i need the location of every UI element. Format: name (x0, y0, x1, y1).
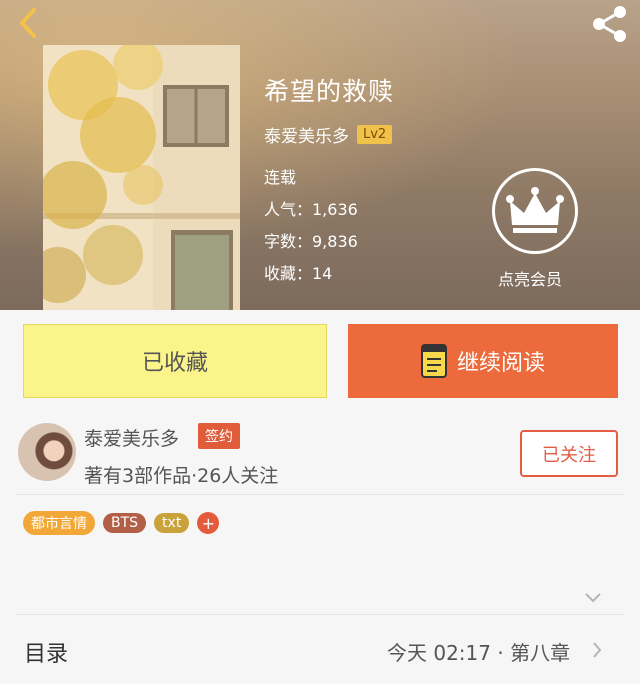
continue-reading-button[interactable]: 继续阅读 (348, 324, 618, 398)
add-tag-button[interactable]: + (197, 512, 220, 534)
divider (16, 494, 624, 495)
author-works-summary: 著有3部作品·26人关注 (84, 465, 279, 487)
crown-icon (506, 187, 564, 233)
divider (16, 614, 624, 615)
back-arrow-icon[interactable] (12, 6, 46, 40)
share-icon[interactable] (590, 4, 630, 44)
favorited-label: 已收藏 (141, 351, 208, 376)
book-favorites: 收藏：14 (264, 264, 333, 283)
latest-chapter-info[interactable]: 今天 02:17 · 第八章 (387, 637, 570, 666)
tag-chip[interactable]: txt (154, 513, 190, 533)
book-icon (420, 344, 447, 378)
book-status: 连载 (264, 168, 297, 187)
favorited-button[interactable]: 已收藏 (23, 324, 327, 398)
author-name[interactable]: 泰爱美乐多 (84, 424, 179, 451)
continue-reading-label: 继续阅读 (456, 351, 545, 376)
signed-badge: 签约 (198, 423, 240, 449)
book-cover-image[interactable] (43, 45, 240, 310)
book-author[interactable]: 泰爱美乐多 (264, 122, 349, 147)
author-avatar[interactable] (18, 423, 76, 481)
vip-membership-label[interactable]: 点亮会员 (498, 266, 562, 290)
book-popularity: 人气：1,636 (264, 200, 358, 219)
chevron-right-icon[interactable] (592, 641, 602, 659)
book-title: 希望的救赎 (264, 77, 395, 106)
tag-chip[interactable]: BTS (103, 513, 147, 533)
book-word-count: 字数：9,836 (264, 232, 358, 251)
vip-membership-button[interactable] (492, 168, 578, 254)
catalog-label[interactable]: 目录 (24, 636, 68, 668)
tag-chip[interactable]: 都市言情 (23, 511, 95, 535)
tag-list: 都市言情 BTS txt + (23, 511, 220, 535)
author-level-badge: Lv2 (357, 125, 393, 144)
follow-button[interactable]: 已关注 (520, 430, 618, 477)
chevron-down-icon[interactable] (584, 592, 602, 604)
book-author-line: 泰爱美乐多 Lv2 (264, 122, 393, 147)
